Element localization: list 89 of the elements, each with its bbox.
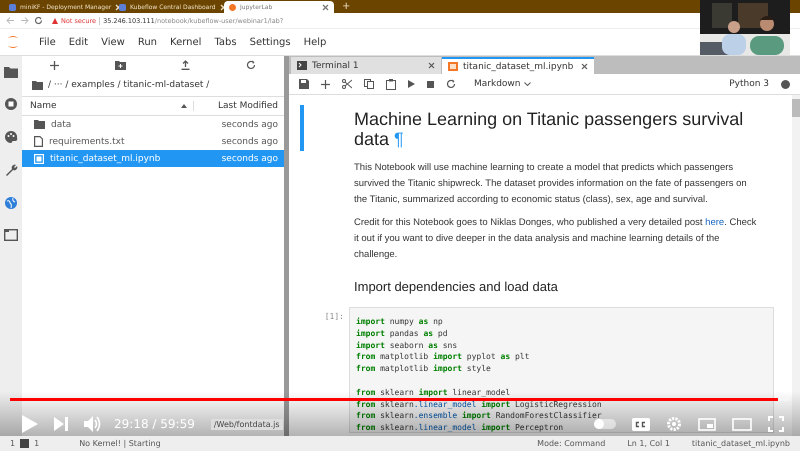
folder-icon xyxy=(34,120,45,129)
tabs-icon[interactable] xyxy=(4,229,18,241)
notebook-icon xyxy=(448,62,458,71)
upload-icon[interactable] xyxy=(181,60,190,70)
restart-icon[interactable] xyxy=(446,79,456,89)
scissors-icon[interactable] xyxy=(342,79,352,89)
captions-icon[interactable] xyxy=(632,418,650,430)
file-row[interactable]: requirements.txt seconds ago xyxy=(22,133,284,150)
menu-item[interactable]: File xyxy=(39,36,56,48)
caret-icon[interactable] xyxy=(524,82,532,86)
stop-circle-icon[interactable] xyxy=(4,97,18,111)
status-file-name: titanic_dataset_ml.ipynb xyxy=(692,439,790,448)
paragraph: This Notebook will use machine learning to create a model that predicts which passengers survived the Titanic shipwreck. The dataset provides information on the fate of passengers on the Titanic, summarized according to economic status (class), sex, age and survival. xyxy=(354,161,748,207)
command-mode: Mode: Command xyxy=(537,439,606,448)
new-folder-icon[interactable] xyxy=(114,60,126,70)
save-icon[interactable] xyxy=(299,79,309,89)
cursor-position: Ln 1, Col 1 xyxy=(627,439,670,448)
palette-icon[interactable] xyxy=(4,130,18,144)
plus-icon[interactable] xyxy=(50,60,59,70)
app-logo-icon xyxy=(6,34,20,50)
kernel-status-icon xyxy=(781,80,790,88)
favicon-icon xyxy=(229,4,236,10)
video-time: 29:18 / 59:59 xyxy=(114,417,195,431)
column-header[interactable]: Last Modified xyxy=(192,101,278,111)
code-line: from sklearn.linear_model import Perceptron xyxy=(356,423,564,432)
kernel-status: No Kernel! | Starting xyxy=(79,439,161,448)
code-line: from sklearn.ensemble import RandomForestClassifier xyxy=(356,411,602,420)
play-icon[interactable] xyxy=(408,80,415,88)
warning-icon xyxy=(52,18,58,24)
cell-prompt: [1]: xyxy=(324,311,344,323)
section-heading: Import dependencies and load data xyxy=(354,279,559,294)
terminal-icon xyxy=(297,61,307,70)
paragraph: Credit for this Notebook goes to Niklas Donges, who published a very detailed post here. Check it out if you want to dive deeper in the data analysis and machine learning details of the challenge. xyxy=(354,216,758,262)
reload-icon[interactable] xyxy=(34,16,43,25)
menu-item[interactable]: Help xyxy=(304,36,326,48)
new-tab-button[interactable]: + xyxy=(338,1,354,13)
file-icon xyxy=(34,136,43,147)
file-name: requirements.txt xyxy=(49,136,126,146)
file-name: data xyxy=(51,120,72,130)
document-tab[interactable]: titanic_dataset_ml.ipynb xyxy=(442,57,594,74)
code-line: import numpy as np xyxy=(356,317,443,326)
favicon-icon xyxy=(119,4,126,10)
modified-time: seconds ago xyxy=(222,154,278,164)
wrench-icon[interactable] xyxy=(4,163,18,177)
file-name: titanic_dataset_ml.ipynb xyxy=(50,154,162,164)
stop-icon[interactable] xyxy=(427,80,434,88)
loading-message: /Web/fontdata.js xyxy=(210,418,283,430)
plus-icon[interactable] xyxy=(321,80,330,88)
close-icon[interactable] xyxy=(581,63,588,70)
menu-item[interactable]: Tabs xyxy=(214,36,237,48)
status-count: 1 xyxy=(34,439,40,448)
notebook-title: Machine Learning on Titanic passengers survival data ¶ xyxy=(354,109,744,149)
clipboard-icon[interactable] xyxy=(386,78,396,90)
code-editor[interactable] xyxy=(349,307,774,433)
link[interactable]: here xyxy=(705,217,724,228)
refresh-icon[interactable] xyxy=(246,60,256,70)
menu-item[interactable]: View xyxy=(101,36,125,48)
folder-icon[interactable] xyxy=(32,80,43,90)
code-line: import seaborn as sns xyxy=(356,340,458,350)
copy-icon[interactable] xyxy=(364,79,374,89)
menu-item[interactable]: Edit xyxy=(68,36,88,48)
folder-icon[interactable] xyxy=(4,66,18,78)
kernel-name[interactable]: Python 3 xyxy=(729,79,769,89)
code-line: from sklearn.linear_model import LogisticRegression xyxy=(356,400,602,409)
menu-item[interactable]: Settings xyxy=(250,36,291,48)
close-icon[interactable] xyxy=(322,4,329,10)
file-row[interactable]: data seconds ago xyxy=(22,116,284,133)
cell-type-dropdown[interactable]: Markdown xyxy=(474,79,532,89)
status-count: 1 xyxy=(10,439,16,448)
code-line: from matplotlib import pyplot as plt xyxy=(356,352,530,362)
favicon-icon xyxy=(9,4,16,10)
globe-icon[interactable] xyxy=(4,196,18,210)
close-icon[interactable] xyxy=(428,62,435,69)
modified-time: seconds ago xyxy=(222,120,278,130)
active-cell-marker xyxy=(300,105,304,151)
code-line: from matplotlib import style xyxy=(356,364,491,374)
code-line: from sklearn import linear_model xyxy=(356,388,510,397)
notebook-icon xyxy=(34,154,44,164)
autoplay-toggle[interactable] xyxy=(594,419,616,429)
menu-item[interactable]: Run xyxy=(138,36,158,48)
breadcrumb[interactable]: / ··· / examples / titanic-ml-dataset / xyxy=(48,80,210,90)
terminal-icon xyxy=(20,439,30,448)
code-line: import pandas as pd xyxy=(356,328,448,338)
sort-caret-icon[interactable] xyxy=(180,104,187,108)
document-tab[interactable]: Terminal 1 xyxy=(291,57,441,74)
menu-item[interactable]: Kernel xyxy=(170,36,202,48)
modified-time: seconds ago xyxy=(222,136,278,146)
column-header[interactable]: Name xyxy=(30,101,175,111)
scrollbar[interactable] xyxy=(792,95,800,436)
